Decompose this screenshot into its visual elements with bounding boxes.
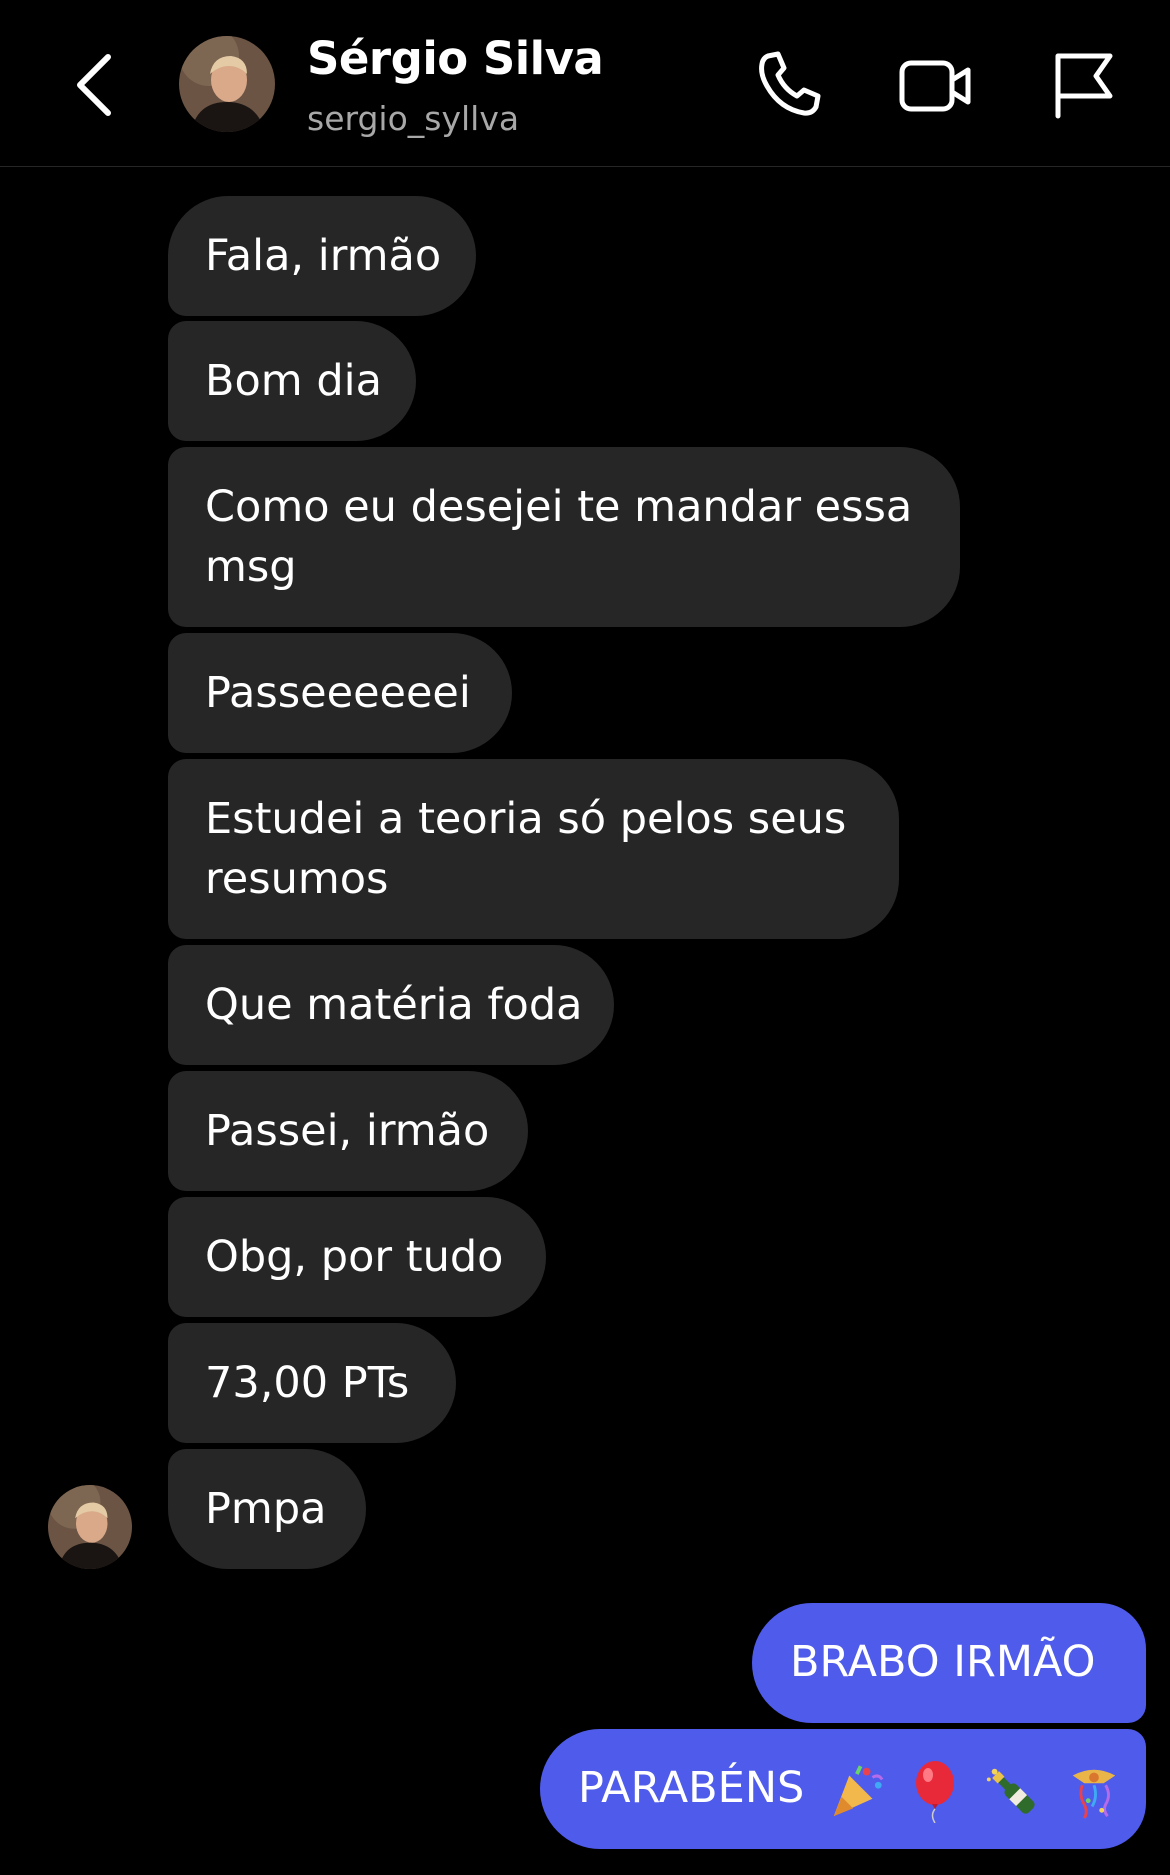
message-text: BRABO IRMÃO [790, 1637, 1096, 1687]
message-text: PARABÉNS [578, 1763, 805, 1813]
back-button[interactable] [60, 45, 130, 125]
message-text: Fala, irmão [205, 231, 442, 281]
champagne-bottle-icon [983, 1762, 1041, 1820]
video-camera-icon [896, 46, 976, 126]
message-bubble-outgoing[interactable]: BRABO IRMÃO [752, 1603, 1146, 1723]
contact-name[interactable]: Sérgio Silva [307, 32, 604, 85]
message-bubble-incoming[interactable]: Que matéria foda [168, 945, 614, 1065]
chevron-left-icon [60, 54, 130, 129]
sender-avatar[interactable] [48, 1485, 132, 1569]
message-bubble-incoming[interactable]: Passei, irmão [168, 1071, 528, 1191]
message-bubble-incoming[interactable]: Passeeeeeei [168, 633, 512, 753]
confetti-ball-icon [1065, 1762, 1123, 1820]
party-popper-icon [828, 1762, 886, 1820]
message-text: 73,00 PTs [205, 1358, 410, 1408]
message-text: Que matéria foda [205, 980, 583, 1030]
message-text: Passeeeeeei [205, 668, 471, 718]
video-call-button[interactable] [896, 46, 976, 126]
message-text: Estudei a teoria só pelos seus resumos [205, 794, 847, 904]
report-button[interactable] [1044, 46, 1124, 126]
message-text: Obg, por tudo [205, 1232, 504, 1282]
contact-username[interactable]: sergio_syllva [307, 99, 519, 138]
message-text: Passei, irmão [205, 1106, 490, 1156]
message-bubble-incoming[interactable]: Fala, irmão [168, 196, 476, 316]
flag-icon [1044, 46, 1124, 126]
message-bubble-incoming[interactable]: 73,00 PTs [168, 1323, 456, 1443]
phone-icon [750, 46, 830, 126]
chat-header: Sérgio Silva sergio_syllva [0, 0, 1170, 167]
message-bubble-incoming[interactable]: Pmpa [168, 1449, 366, 1569]
call-button[interactable] [750, 46, 830, 126]
message-text: Pmpa [205, 1484, 327, 1534]
message-bubble-incoming[interactable]: Obg, por tudo [168, 1197, 546, 1317]
message-text: Bom dia [205, 356, 382, 406]
message-bubble-outgoing[interactable]: PARABÉNS [540, 1729, 1146, 1849]
contact-avatar[interactable] [179, 36, 275, 132]
message-bubble-incoming[interactable]: Estudei a teoria só pelos seus resumos [168, 759, 899, 939]
message-bubble-incoming[interactable]: Bom dia [168, 321, 416, 441]
balloon-icon [910, 1759, 960, 1823]
message-text: Como eu desejei te mandar essa msg [205, 482, 913, 592]
message-bubble-incoming[interactable]: Como eu desejei te mandar essa msg [168, 447, 960, 627]
